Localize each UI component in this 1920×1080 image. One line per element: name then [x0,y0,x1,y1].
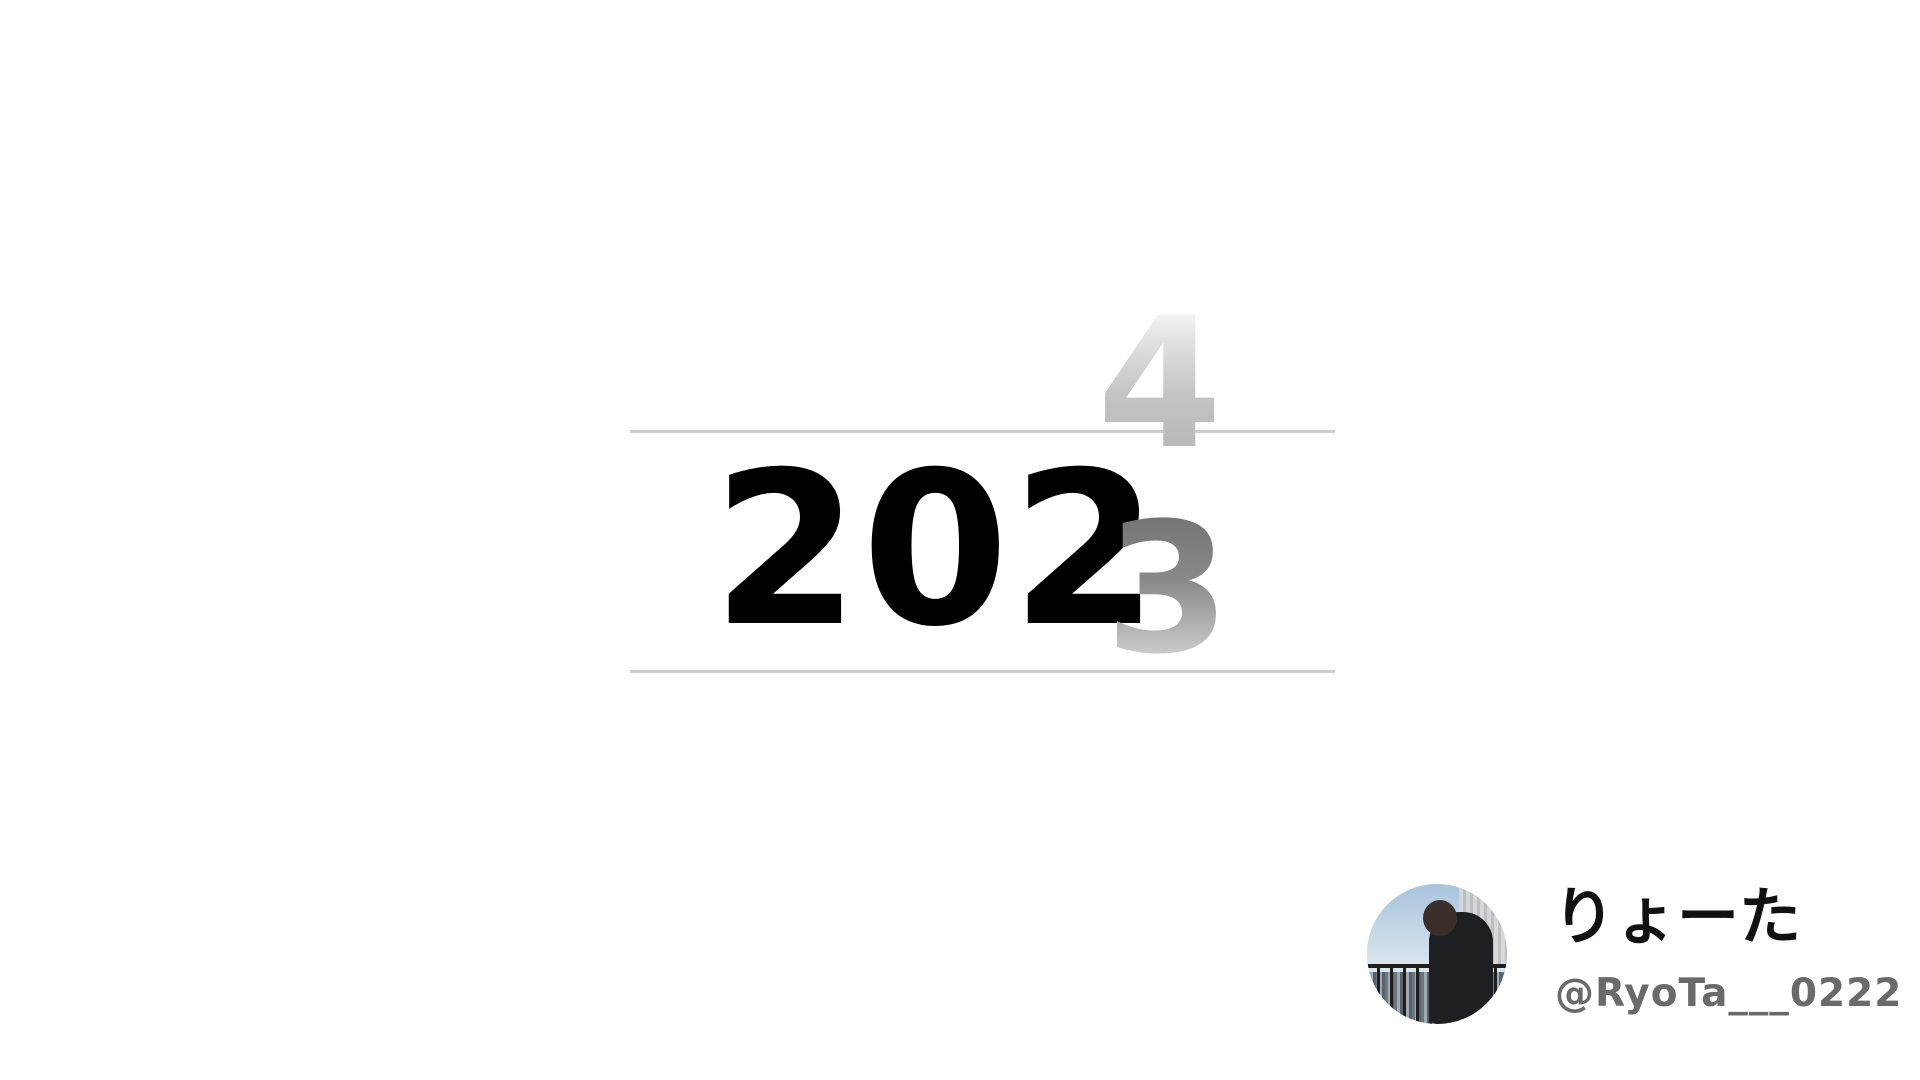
profile-card: りょーた @RyoTa___0222 [1367,880,1901,1034]
current-year-digit: 3 [1105,485,1231,694]
user-handle: @RyoTa___0222 [1555,971,1903,1016]
avatar [1367,884,1507,1024]
year-prefix: 202 [712,426,1161,673]
avatar-head [1423,900,1457,936]
next-year-digit: 4 [1097,280,1223,489]
display-name: りょーた [1553,880,1802,953]
